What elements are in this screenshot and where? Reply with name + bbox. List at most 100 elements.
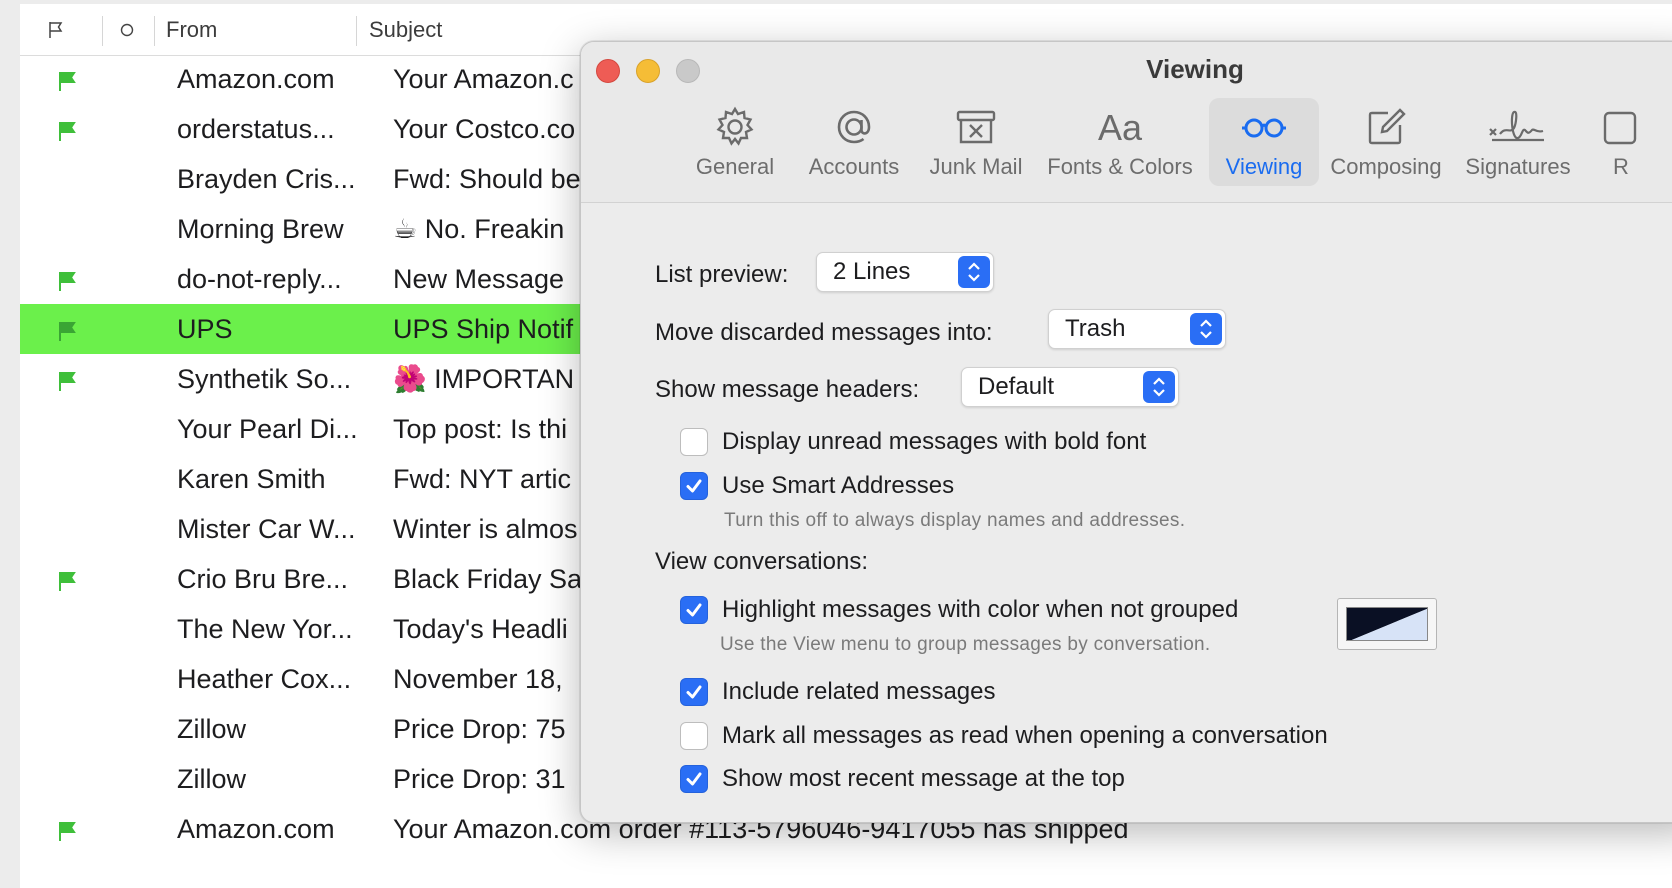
message-from: Amazon.com	[177, 64, 335, 94]
message-subject: ☕ No. Freakin	[393, 214, 565, 244]
tab-label: Composing	[1330, 154, 1442, 179]
mark-all-read-option[interactable]: Mark all messages as read when opening a…	[680, 722, 1328, 750]
message-subject: 🌺 IMPORTAN	[393, 364, 575, 394]
message-subject: Top post: Is thi	[393, 414, 568, 444]
message-subject: New Message	[393, 264, 565, 294]
flag-icon[interactable]	[56, 320, 78, 342]
signature-icon	[1489, 110, 1544, 142]
include-related-label: Include related messages	[722, 678, 996, 705]
font-aa-icon: Aa	[1098, 107, 1143, 148]
circle-icon	[120, 23, 134, 37]
flag-icon[interactable]	[56, 820, 78, 842]
message-subject: Price Drop: 31	[393, 764, 566, 794]
flag-icon	[49, 22, 63, 38]
smart-addresses-hint: Turn this off to always display names an…	[724, 510, 1186, 531]
bold-unread-label: Display unread messages with bold font	[722, 428, 1147, 455]
tab-label: Signatures	[1465, 154, 1571, 179]
highlight-color-checkbox[interactable]	[680, 596, 708, 624]
tab-general[interactable]: General	[679, 98, 791, 186]
glasses-icon	[1242, 118, 1286, 138]
flag-icon[interactable]	[56, 570, 78, 592]
message-from: do-not-reply...	[177, 264, 342, 294]
message-from: Mister Car W...	[177, 514, 356, 544]
message-from: The New Yor...	[177, 614, 353, 644]
message-subject: November 18,	[393, 664, 563, 694]
include-related-checkbox[interactable]	[680, 678, 708, 706]
chevron-updown-icon	[1143, 371, 1175, 403]
chevron-updown-icon	[1190, 313, 1222, 345]
show-headers-label: Show message headers:	[655, 376, 920, 403]
checkmark-icon	[686, 772, 702, 786]
mark-all-read-checkbox[interactable]	[680, 722, 708, 750]
recent-top-option[interactable]: Show most recent message at the top	[680, 765, 1125, 793]
tab-label: General	[695, 154, 775, 179]
show-headers-value: Default	[978, 373, 1055, 400]
message-subject: Your Costco.co	[393, 114, 576, 144]
include-related-option[interactable]: Include related messages	[680, 678, 996, 706]
highlight-color-hint: Use the View menu to group messages by c…	[720, 634, 1211, 655]
chevron-updown-icon	[958, 256, 990, 288]
flag-icon[interactable]	[56, 70, 78, 92]
tab-signatures[interactable]: Signatures	[1453, 98, 1583, 186]
highlight-color-option[interactable]: Highlight messages with color when not g…	[680, 596, 1238, 624]
tab-label: R	[1613, 154, 1629, 179]
status-column-header[interactable]	[120, 4, 134, 56]
gear-icon	[716, 106, 754, 146]
tab-junk-mail[interactable]: Junk Mail	[917, 98, 1035, 186]
at-sign-icon	[837, 110, 871, 144]
message-subject: Winter is almos	[393, 514, 578, 544]
tab-rules[interactable]: R	[1591, 98, 1651, 186]
move-discarded-label: Move discarded messages into:	[655, 319, 993, 346]
tab-label: Accounts	[808, 154, 900, 179]
highlight-color-label: Highlight messages with color when not g…	[722, 596, 1239, 623]
recent-top-label: Show most recent message at the top	[722, 765, 1125, 792]
show-headers-popup[interactable]: Default	[961, 367, 1179, 407]
viewing-settings-pane: List preview: 2 Lines Move discarded mes…	[581, 204, 1672, 822]
flag-icon[interactable]	[56, 370, 78, 392]
message-from: Zillow	[177, 714, 247, 744]
preferences-toolbar: Viewing General Accounts Junk Mail Aa Fo…	[581, 42, 1672, 203]
tab-accounts[interactable]: Accounts	[793, 98, 915, 186]
message-subject: Today's Headli	[393, 614, 568, 644]
flag-icon[interactable]	[56, 270, 78, 292]
message-from: Zillow	[177, 764, 247, 794]
tab-fonts-colors[interactable]: Aa Fonts & Colors	[1037, 98, 1203, 186]
message-from: Amazon.com	[177, 814, 335, 844]
rules-icon	[1603, 111, 1637, 145]
message-subject: UPS Ship Notif	[393, 314, 574, 344]
message-from: UPS	[177, 314, 233, 344]
message-from: Karen Smith	[177, 464, 326, 494]
from-column-header[interactable]: From	[166, 4, 217, 56]
move-discarded-popup[interactable]: Trash	[1048, 309, 1226, 349]
smart-addresses-checkbox[interactable]	[680, 472, 708, 500]
message-from: Synthetik So...	[177, 364, 352, 394]
bold-unread-checkbox[interactable]	[680, 428, 708, 456]
message-from: orderstatus...	[177, 114, 335, 144]
tab-composing[interactable]: Composing	[1323, 98, 1449, 186]
junk-box-icon	[956, 110, 996, 144]
highlight-color-well[interactable]	[1337, 598, 1437, 650]
message-subject: Price Drop: 75	[393, 714, 566, 744]
smart-addresses-option[interactable]: Use Smart Addresses	[680, 472, 954, 500]
message-from: Your Pearl Di...	[177, 414, 358, 444]
svg-text:Aa: Aa	[1098, 107, 1143, 148]
checkmark-icon	[686, 685, 702, 699]
message-subject: Fwd: NYT artic	[393, 464, 572, 494]
recent-top-checkbox[interactable]	[680, 765, 708, 793]
tab-viewing[interactable]: Viewing	[1209, 98, 1319, 186]
compose-icon	[1368, 108, 1406, 145]
smart-addresses-label: Use Smart Addresses	[722, 472, 955, 499]
tab-label: Viewing	[1225, 154, 1303, 179]
message-from: Crio Bru Bre...	[177, 564, 349, 594]
subject-column-header[interactable]: Subject	[369, 4, 442, 56]
message-from: Brayden Cris...	[177, 164, 356, 194]
list-preview-value: 2 Lines	[833, 258, 911, 285]
list-preview-popup[interactable]: 2 Lines	[816, 252, 994, 292]
checkmark-icon	[686, 479, 702, 493]
message-subject: Fwd: Should be	[393, 164, 581, 194]
bold-unread-option[interactable]: Display unread messages with bold font	[680, 428, 1146, 456]
message-from: Morning Brew	[177, 214, 344, 244]
move-discarded-value: Trash	[1065, 315, 1126, 342]
flag-column-header[interactable]	[46, 4, 66, 56]
flag-icon[interactable]	[56, 120, 78, 142]
